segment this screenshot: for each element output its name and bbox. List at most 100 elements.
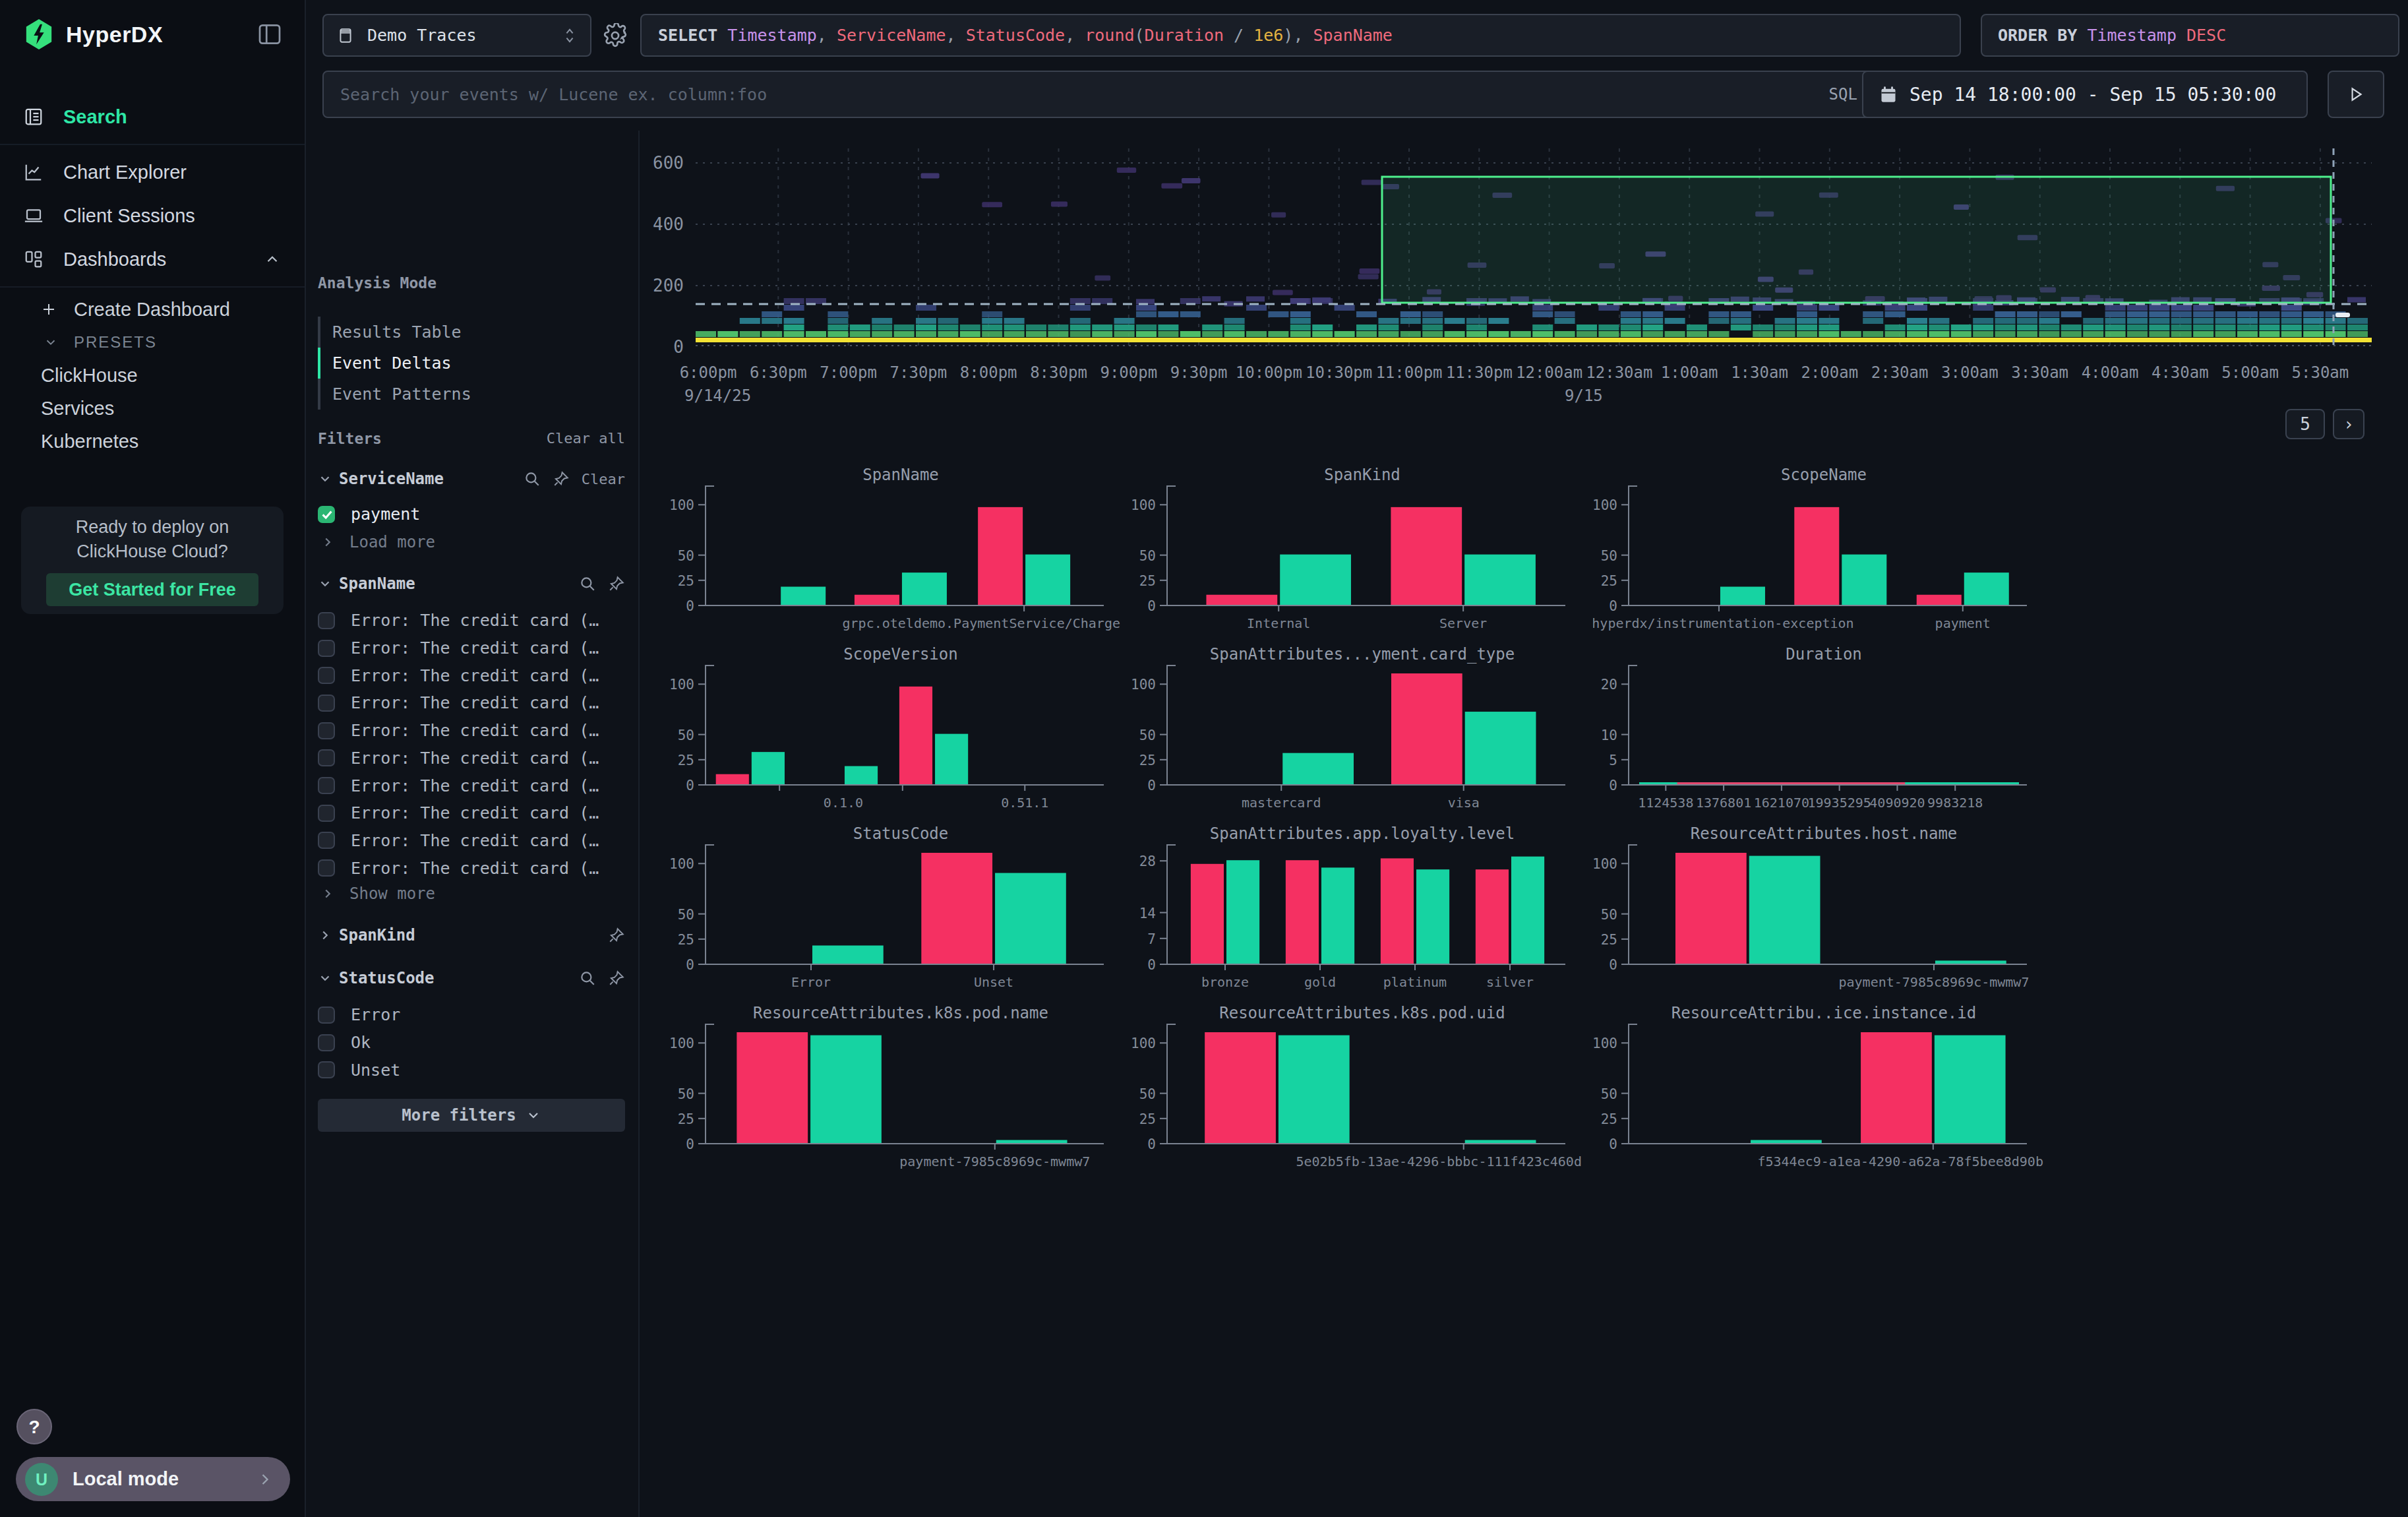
- local-mode-button[interactable]: U Local mode: [16, 1457, 290, 1501]
- clear-group-button[interactable]: Clear: [582, 471, 625, 487]
- pin-icon[interactable]: [608, 575, 625, 592]
- filter-option-row[interactable]: Unset: [318, 1056, 625, 1084]
- filter-option-row[interactable]: Error: [318, 1001, 625, 1029]
- checkbox[interactable]: [318, 749, 335, 766]
- search-icon[interactable]: [579, 970, 596, 987]
- get-started-button[interactable]: Get Started for Free: [46, 573, 258, 606]
- delta-chart-scopeversion[interactable]: ScopeVersion025501000.1.00.51.1: [670, 635, 1131, 814]
- pin-icon[interactable]: [608, 927, 625, 944]
- checkbox[interactable]: [318, 805, 335, 822]
- dashboards-grid-icon: [24, 249, 44, 269]
- chart-x-label: payment-7985c8969c-mwmw7: [1838, 974, 2029, 990]
- sidebar-presets-toggle[interactable]: PRESETS: [0, 326, 305, 359]
- checkbox[interactable]: [318, 1006, 335, 1024]
- sidebar-item-search[interactable]: Search: [0, 95, 305, 139]
- delta-chart-statuscode[interactable]: StatusCode02550100ErrorUnset: [670, 814, 1131, 993]
- checkbox[interactable]: [318, 695, 335, 712]
- chevron-right-icon: [320, 886, 335, 901]
- sidebar-item-client-sessions[interactable]: Client Sessions: [0, 194, 305, 237]
- filter-option-row[interactable]: Error: The credit card (…: [318, 607, 625, 635]
- chart-y-label: 10: [1601, 728, 1617, 743]
- run-query-button[interactable]: [2328, 71, 2384, 118]
- sidebar-collapse-icon[interactable]: [258, 24, 281, 44]
- gear-icon[interactable]: [603, 23, 628, 48]
- sql-mode-option[interactable]: SQL: [1829, 85, 1857, 104]
- chart-title: SpanAttributes...yment.card_type: [1210, 645, 1515, 664]
- next-page-button[interactable]: ›: [2333, 409, 2364, 439]
- filter-group-header-servicename[interactable]: ServiceNameClear: [318, 464, 625, 493]
- checkbox[interactable]: [318, 640, 335, 657]
- load-more-button[interactable]: Show more: [320, 880, 435, 908]
- page-number-button[interactable]: 5: [2285, 409, 2325, 439]
- chart-title: StatusCode: [853, 824, 949, 843]
- search-input[interactable]: Search your events w/ Lucene ex. column:…: [322, 71, 1961, 118]
- search-icon[interactable]: [524, 470, 541, 487]
- filter-option-row[interactable]: Ok: [318, 1029, 625, 1057]
- crosshair-handle[interactable]: [2335, 313, 2350, 317]
- filter-option-row[interactable]: Error: The credit card (…: [318, 827, 625, 855]
- filter-group-header-spanname[interactable]: SpanName: [318, 569, 625, 598]
- filter-option-row[interactable]: Error: The credit card (…: [318, 689, 625, 717]
- order-by-editor[interactable]: ORDER BY Timestamp DESC: [1981, 14, 2399, 57]
- sidebar-item-label: Client Sessions: [63, 205, 195, 227]
- sql-select-editor[interactable]: SELECT Timestamp, ServiceName, StatusCod…: [640, 14, 1961, 57]
- delta-chart-duration[interactable]: Duration05102011245381376801162107019935…: [1593, 635, 2055, 814]
- analysis-mode-option[interactable]: Results Table: [318, 317, 628, 348]
- delta-chart-resourceattributes-k8s-pod-name[interactable]: ResourceAttributes.k8s.pod.name02550100p…: [670, 993, 1131, 1173]
- delta-chart-spankind[interactable]: SpanKind02550100InternalServer: [1131, 455, 1593, 635]
- checkbox[interactable]: [318, 1061, 335, 1078]
- analysis-mode-option[interactable]: Event Patterns: [318, 379, 628, 410]
- delta-chart-resourceattributes-k8s-pod-uid[interactable]: ResourceAttributes.k8s.pod.uid025501005e…: [1131, 993, 1593, 1173]
- filter-group-header-statuscode[interactable]: StatusCode: [318, 964, 625, 993]
- date-range-picker[interactable]: Sep 14 18:00:00 - Sep 15 05:30:00: [1862, 71, 2308, 118]
- chart-x-label: mastercard: [1242, 795, 1321, 811]
- checkbox[interactable]: [318, 1034, 335, 1051]
- checkbox-checked[interactable]: [318, 506, 335, 523]
- filter-option-row[interactable]: Error: The credit card (…: [318, 854, 625, 882]
- pin-icon[interactable]: [608, 970, 625, 987]
- clickhouse-cloud-promo-card: Ready to deploy onClickHouse Cloud? Get …: [21, 507, 284, 614]
- sidebar-item-kubernetes[interactable]: Kubernetes: [0, 425, 305, 458]
- search-icon[interactable]: [579, 575, 596, 592]
- filter-option-row[interactable]: Error: The credit card (…: [318, 772, 625, 799]
- delta-chart-spanattributes-yment-card-type[interactable]: SpanAttributes...yment.card_type02550100…: [1131, 635, 1593, 814]
- chart-y-label: 7: [1147, 931, 1156, 947]
- delta-chart-spanattributes-app-loyalty-level[interactable]: SpanAttributes.app.loyalty.level071428br…: [1131, 814, 1593, 993]
- sidebar-item-create-dashboard[interactable]: Create Dashboard: [0, 293, 305, 326]
- delta-chart-spanname[interactable]: SpanName02550100grpc.oteldemo.PaymentSer…: [670, 455, 1131, 635]
- more-filters-button[interactable]: More filters: [318, 1099, 625, 1132]
- sidebar-item-chart-explorer[interactable]: Chart Explorer: [0, 150, 305, 194]
- filter-option-row[interactable]: Error: The credit card (…: [318, 745, 625, 772]
- chart-y-label: 100: [1131, 497, 1156, 513]
- checkbox[interactable]: [318, 777, 335, 794]
- filter-group-header-spankind[interactable]: SpanKind: [318, 921, 625, 950]
- analysis-mode-option[interactable]: Event Deltas: [318, 348, 628, 379]
- chart-y-label: 100: [1593, 856, 1617, 872]
- delta-chart-resourceattribu-ice-instance-id[interactable]: ResourceAttribu..ice.instance.id02550100…: [1593, 993, 2055, 1173]
- sidebar-item-clickhouse[interactable]: ClickHouse: [0, 359, 305, 392]
- delta-chart-resourceattributes-host-name[interactable]: ResourceAttributes.host.name02550100paym…: [1593, 814, 2055, 993]
- selection-rectangle[interactable]: [1382, 177, 2331, 303]
- sidebar-item-dashboards[interactable]: Dashboards: [0, 237, 305, 281]
- filter-option-row[interactable]: Error: The credit card (…: [318, 717, 625, 745]
- filter-option-row[interactable]: Error: The credit card (…: [318, 662, 625, 689]
- heatmap-svg[interactable]: 02004006006:00pm6:30pm7:00pm7:30pm8:00pm…: [640, 131, 2405, 447]
- checkbox[interactable]: [318, 667, 335, 684]
- calendar-icon: [1879, 85, 1898, 104]
- delta-chart-scopename[interactable]: ScopeName02550100@hyperdx/instrumentatio…: [1593, 455, 2055, 635]
- help-button[interactable]: ?: [16, 1409, 52, 1444]
- filter-option-row[interactable]: payment: [318, 501, 625, 528]
- filter-option-row[interactable]: Error: The credit card (…: [318, 799, 625, 827]
- source-select[interactable]: Demo Traces: [322, 14, 591, 57]
- query-token: Duration: [1145, 26, 1224, 45]
- load-more-button[interactable]: Load more: [320, 528, 435, 556]
- filter-option-row[interactable]: Error: The credit card (…: [318, 635, 625, 662]
- pin-icon[interactable]: [553, 470, 570, 487]
- checkbox[interactable]: [318, 722, 335, 739]
- checkbox[interactable]: [318, 832, 335, 849]
- checkbox[interactable]: [318, 612, 335, 629]
- clear-all-button[interactable]: Clear all: [547, 430, 625, 447]
- checkbox[interactable]: [318, 859, 335, 877]
- sidebar-item-services[interactable]: Services: [0, 392, 305, 425]
- chart-x-label: Error: [791, 974, 831, 990]
